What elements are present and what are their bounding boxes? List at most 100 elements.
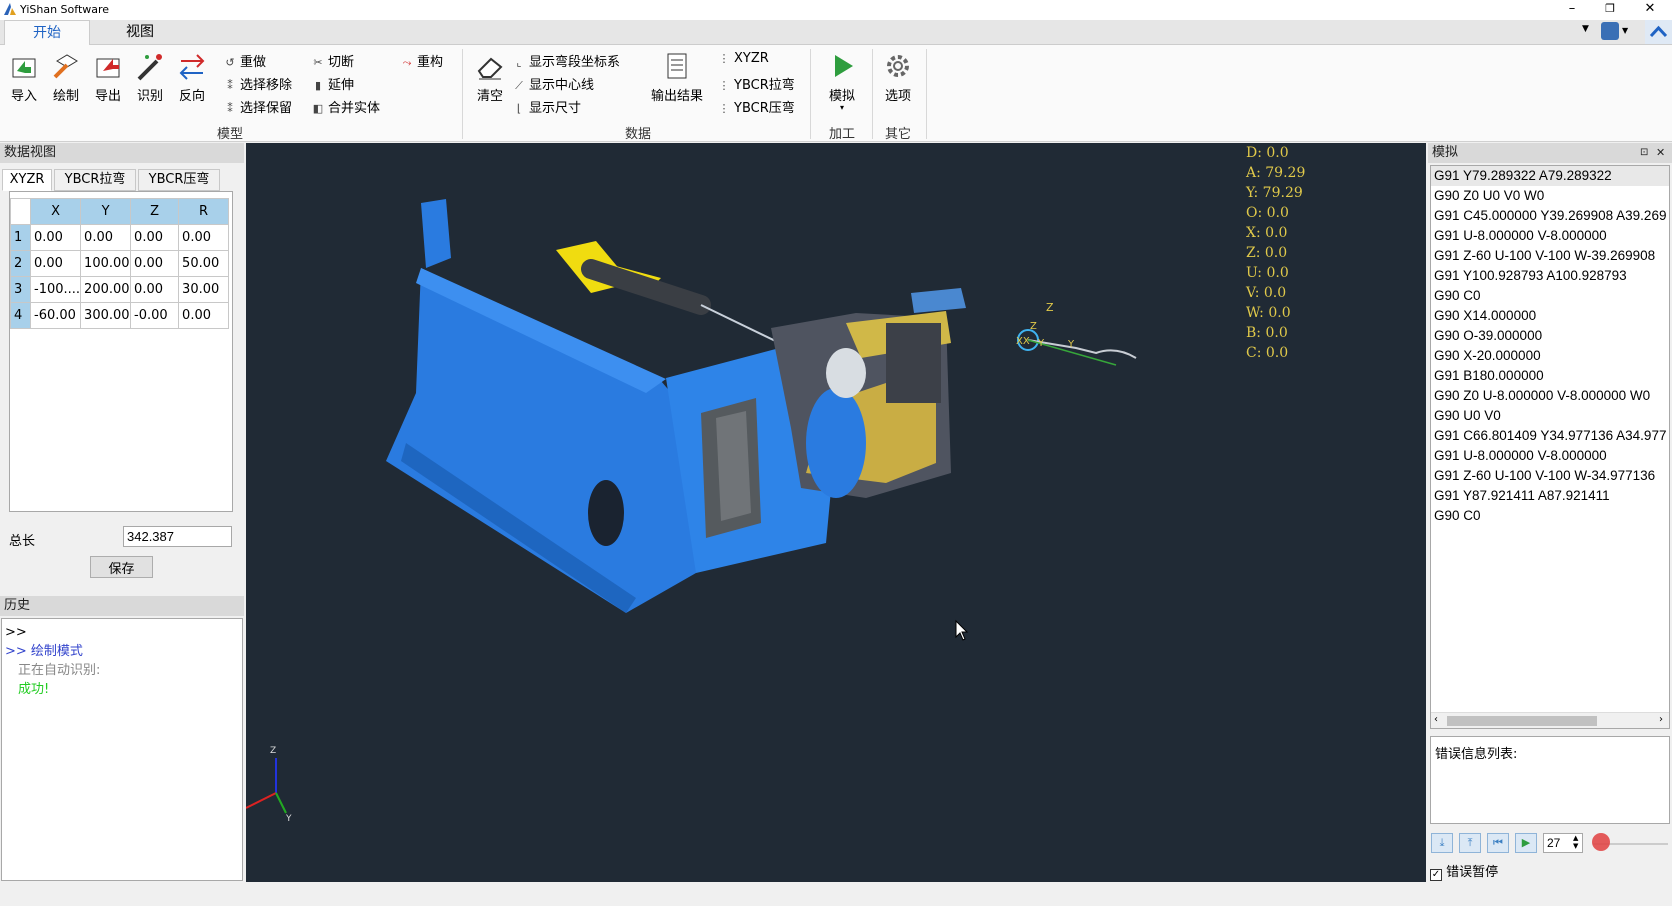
scrollbar-thumb[interactable] [1447, 716, 1597, 726]
gcode-list[interactable]: G91 Y79.289322 A79.289322 G90 Z0 U0 V0 W… [1430, 165, 1670, 729]
import-button[interactable]: 导入 [4, 51, 44, 107]
list-item[interactable]: G90 Z0 U-8.000000 V-8.000000 W0 [1431, 386, 1669, 406]
first-step-button[interactable]: ⏮ [1487, 833, 1509, 853]
close-button[interactable]: ✕ [1632, 0, 1668, 20]
total-length-field[interactable] [123, 526, 232, 547]
list-item[interactable]: G90 U0 V0 [1431, 406, 1669, 426]
table-cell[interactable]: 200.00 [80, 276, 132, 303]
table-cell[interactable]: 0.00 [130, 224, 180, 251]
list-item[interactable]: G91 Y100.928793 A100.928793 [1431, 266, 1669, 286]
download-button[interactable]: ⤓ [1431, 833, 1453, 853]
list-item[interactable]: G90 C0 [1431, 506, 1669, 526]
table-cell[interactable]: 0.00 [29, 250, 82, 277]
table-cell[interactable]: 30.00 [178, 276, 230, 303]
list-item[interactable]: G91 U-8.000000 V-8.000000 [1431, 226, 1669, 246]
options-button[interactable]: 选项 [878, 51, 918, 107]
row-number[interactable]: 4 [10, 302, 31, 329]
restore-button[interactable]: ❐ [1592, 0, 1628, 20]
rebuild-button[interactable]: ⤳ 重构 [400, 51, 443, 71]
select-keep-button[interactable]: ⁑ 选择保留 [223, 97, 292, 117]
list-item[interactable]: G91 Z-60 U-100 V-100 W-39.269908 [1431, 246, 1669, 266]
show-centerline-button[interactable]: ⟋ 显示中心线 [512, 74, 594, 94]
list-item[interactable]: G91 Y87.921411 A87.921411 [1431, 486, 1669, 506]
extend-button[interactable]: ▮ 延伸 [311, 74, 354, 94]
readout-w: W: 0.0 [1246, 305, 1291, 321]
ybcr-press-bend-button[interactable]: ⋮ YBCR压弯 [717, 97, 795, 117]
table-cell[interactable]: 100.00 [80, 250, 132, 277]
simulate-button[interactable]: 模拟 ▾ [822, 51, 862, 112]
list-item[interactable]: G90 C0 [1431, 286, 1669, 306]
select-remove-button[interactable]: ⁑ 选择移除 [223, 74, 292, 94]
list-item[interactable]: G91 Z-60 U-100 V-100 W-34.977136 [1431, 466, 1669, 486]
upload-button[interactable]: ⤒ [1459, 833, 1481, 853]
other-group-label: 其它 [884, 127, 911, 142]
scroll-left-icon[interactable]: ‹ [1434, 714, 1438, 725]
list-item[interactable]: G90 X14.000000 [1431, 306, 1669, 326]
list-item[interactable]: G90 O-39.000000 [1431, 326, 1669, 346]
subtab-ybcr-pull[interactable]: YBCR拉弯 [54, 169, 136, 191]
list-item[interactable]: G91 C66.801409 Y34.977136 A34.977 [1431, 426, 1669, 446]
tab-view[interactable]: 视图 [100, 20, 180, 45]
show-bend-coords-button[interactable]: ⌞ 显示弯段坐标系 [512, 51, 620, 71]
cut-button[interactable]: ✂ 切断 [311, 51, 354, 71]
list-item[interactable]: G90 Z0 U0 V0 W0 [1431, 186, 1669, 206]
reverse-button[interactable]: 反向 [172, 51, 212, 107]
table-cell[interactable]: 50.00 [178, 250, 230, 277]
horizontal-scrollbar[interactable]: ‹ › [1431, 712, 1669, 728]
table-cell[interactable]: 0.00 [178, 224, 230, 251]
table-cell[interactable]: 0.00 [130, 276, 180, 303]
merge-solid-button[interactable]: ◧ 合并实体 [311, 97, 380, 117]
app-logo-icon [4, 3, 16, 15]
play-button[interactable]: ▶ [1515, 833, 1537, 853]
redo-button[interactable]: ↺ 重做 [223, 51, 266, 71]
minimize-button[interactable]: – [1554, 0, 1590, 20]
chevron-down-icon[interactable]: ▼ [1582, 24, 1589, 34]
xyzr-button[interactable]: ⋮ XYZR [717, 51, 769, 71]
pin-icon[interactable]: ⊡ [1640, 143, 1648, 163]
column-header[interactable]: X [29, 198, 82, 225]
table-cell[interactable]: -60.00 [29, 302, 82, 329]
close-icon[interactable]: ✕ [1656, 143, 1665, 163]
error-pause-checkbox[interactable]: ✓ 错误暂停 [1430, 861, 1498, 881]
redo-icon: ↺ [225, 56, 235, 69]
table-cell[interactable]: 0.00 [178, 302, 230, 329]
subtab-xyzr[interactable]: XYZR [2, 169, 52, 191]
column-header[interactable]: Y [80, 198, 132, 225]
row-number[interactable]: 2 [10, 250, 31, 277]
scroll-right-icon[interactable]: › [1659, 714, 1663, 725]
list-item[interactable]: G91 Y79.289322 A79.289322 [1431, 166, 1669, 186]
draw-button[interactable]: 绘制 [46, 51, 86, 107]
export-button[interactable]: 导出 [88, 51, 128, 107]
save-button[interactable]: 保存 [90, 556, 153, 578]
subtab-ybcr-press[interactable]: YBCR压弯 [138, 169, 220, 191]
output-result-button[interactable]: 输出结果 [647, 51, 707, 107]
speed-slider-thumb[interactable] [1592, 833, 1610, 851]
table-cell[interactable]: 0.00 [130, 250, 180, 277]
table-cell[interactable]: -0.00 [130, 302, 180, 329]
table-cell[interactable]: 0.00 [29, 224, 82, 251]
list-item[interactable]: G91 B180.000000 [1431, 366, 1669, 386]
table-cell[interactable]: 300.00 [80, 302, 132, 329]
user-icon[interactable] [1601, 22, 1619, 40]
row-number[interactable]: 1 [10, 224, 31, 251]
dropdown-icon[interactable]: ▼ [1622, 26, 1628, 35]
axis-label-z: Z [1046, 301, 1054, 314]
table-cell[interactable]: 0.00 [80, 224, 132, 251]
3d-viewport[interactable]: Z Z XX Y Y Z Y D: 0.0 A: 79.29 Y: 79.29 … [246, 143, 1426, 882]
clear-button[interactable]: 清空 [470, 51, 510, 107]
readout-x: X: 0.0 [1246, 225, 1288, 241]
recognize-button[interactable]: 识别 [130, 51, 170, 107]
spin-arrows-icon[interactable]: ▲ ▼ [1573, 834, 1578, 850]
column-header[interactable]: Z [130, 198, 180, 225]
ybcr-pull-bend-button[interactable]: ⋮ YBCR拉弯 [717, 74, 795, 94]
list-item[interactable]: G91 C45.000000 Y39.269908 A39.269 [1431, 206, 1669, 226]
readout-d: D: 0.0 [1246, 145, 1289, 161]
show-dimensions-button[interactable]: ⌊ 显示尺寸 [512, 97, 581, 117]
list-item[interactable]: G90 X-20.000000 [1431, 346, 1669, 366]
list-item[interactable]: G91 U-8.000000 V-8.000000 [1431, 446, 1669, 466]
collapse-ribbon-button[interactable] [1645, 20, 1672, 44]
row-number[interactable]: 3 [10, 276, 31, 303]
tab-start[interactable]: 开始 [4, 20, 90, 45]
table-cell[interactable]: -100.... [29, 276, 82, 303]
column-header[interactable]: R [178, 198, 230, 225]
